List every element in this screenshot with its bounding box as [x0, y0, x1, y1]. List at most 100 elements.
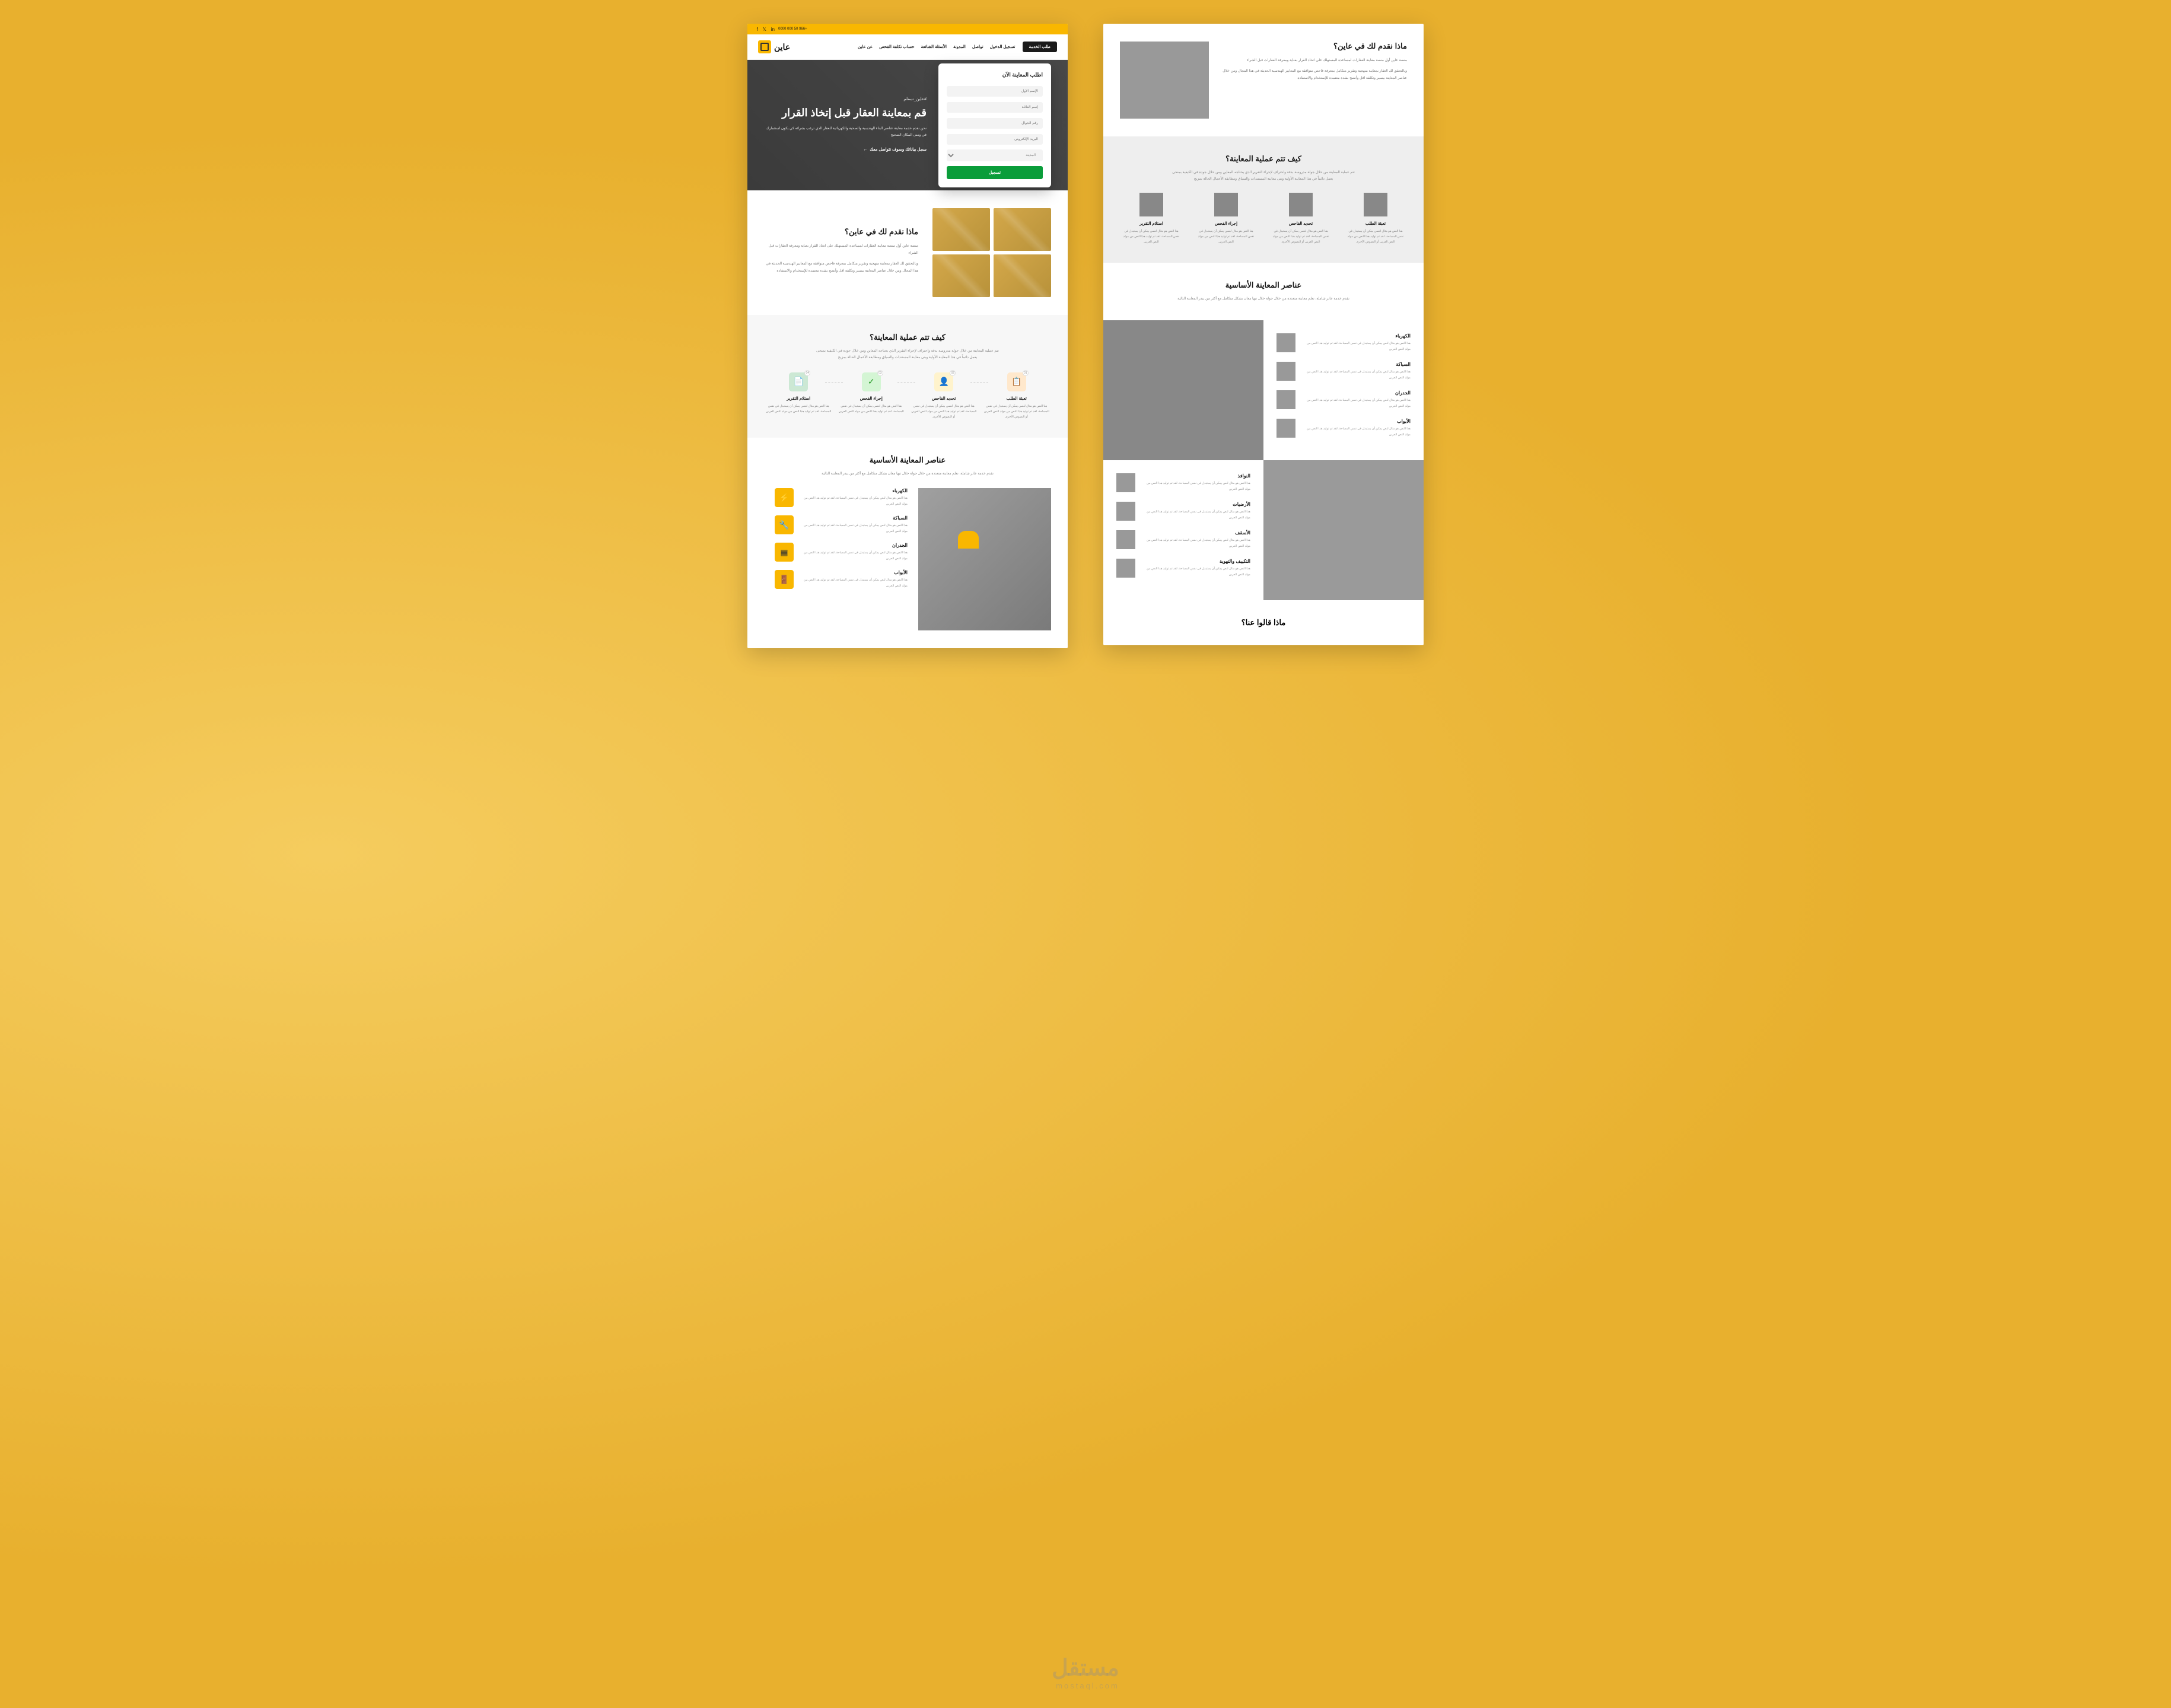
brand-name: عاين — [774, 42, 790, 52]
city-select[interactable]: المدينة — [947, 149, 1043, 161]
process-title: كيف تتم عملية المعاينة؟ — [1120, 154, 1407, 164]
inspector-icon: 👤02 — [934, 372, 953, 391]
email-input[interactable] — [947, 134, 1043, 145]
step-desc: هنا النص هو مثال لنصي يمكن أن يستبدل في … — [764, 404, 833, 415]
element-item: السباكةهذا النص هو مثال لنص يمكن أن يستب… — [1277, 362, 1411, 381]
element-icon — [1116, 530, 1135, 549]
element-icon — [1277, 390, 1295, 409]
element-icon — [1116, 473, 1135, 492]
nav-cost[interactable]: حساب تكلفة الفحص — [879, 44, 914, 49]
step-desc: هنا النص هو مثال لنصي يمكن أن يستبدل في … — [837, 404, 906, 415]
watermark: مستقل mostaql.com — [1052, 1655, 1119, 1690]
nav-contact[interactable]: تواصل — [972, 44, 983, 49]
elements-row-2: النوافذهذا النص هو مثال لنص يمكن أن يستب… — [1103, 460, 1424, 600]
about-image — [994, 254, 1051, 297]
logo[interactable]: عاين — [758, 40, 790, 53]
element-item: الكهرباءهذا النص هو مثال لنص يمكن أن يست… — [1277, 333, 1411, 352]
step-item: إجراء الفحصهنا النص هو مثال لنصي يمكن أن… — [1195, 193, 1258, 245]
elements-image — [918, 488, 1051, 630]
about-title: ماذا نقدم لك في عاين؟ — [1221, 42, 1407, 51]
element-icon — [1277, 362, 1295, 381]
process-title: كيف تتم عملية المعاينة؟ — [764, 333, 1051, 342]
about-p1: منصة عاين أول منصة معاينة العقارات لمساع… — [764, 243, 918, 257]
about-section: ماذا نقدم لك في عاين؟ منصة عاين أول منصة… — [1103, 24, 1424, 136]
about-p1: منصة عاين أول منصة معاينة العقارات لمساع… — [1221, 57, 1407, 64]
last-name-input[interactable] — [947, 102, 1043, 113]
element-item: الجدرانهذا النص هو مثال لنص يمكن أن يستب… — [775, 543, 908, 562]
step-item: ✓03 إجراء الفحص هنا النص هو مثال لنصي يم… — [837, 372, 906, 420]
walls-icon: ▦ — [775, 543, 794, 562]
electricity-icon: ⚡ — [775, 488, 794, 507]
element-item: السباكةهذا النص هو مثال لنص يمكن أن يستب… — [775, 515, 908, 534]
element-item: الأسقفهذا النص هو مثال لنص يمكن أن يستبد… — [1116, 530, 1250, 549]
element-item: التكييف والتهويةهذا النص هو مثال لنص يمك… — [1116, 559, 1250, 578]
element-item: الأرضياتهذا النص هو مثال لنص يمكن أن يست… — [1116, 502, 1250, 521]
phone-input[interactable] — [947, 118, 1043, 129]
element-item: الأبوابهذا النص هو مثال لنص يمكن أن يستب… — [775, 570, 908, 589]
about-image — [994, 208, 1051, 251]
element-icon — [1116, 559, 1135, 578]
nav-about[interactable]: عن عاين — [858, 44, 873, 49]
nav-login[interactable]: تسجيل الدخول — [990, 44, 1016, 49]
element-item: الكهرباءهذا النص هو مثال لنص يمكن أن يست… — [775, 488, 908, 507]
step-icon — [1364, 193, 1387, 216]
elements-title: عناصر المعاينة الأساسية — [1120, 281, 1407, 290]
hero-title: قم بمعاينة العقار قبل إتخاذ القرار — [764, 105, 927, 121]
element-icon — [1277, 333, 1295, 352]
form-title: اطلب المعاينة الآن — [947, 72, 1043, 78]
process-section: كيف تتم عملية المعاينة؟ تتم عملية المعاي… — [1103, 136, 1424, 263]
step-title: تحديد الفاحص — [909, 396, 979, 401]
hero-tag: #عاين_تستلم — [764, 97, 927, 101]
about-title: ماذا نقدم لك في عاين؟ — [764, 227, 918, 237]
step-title: إجراء الفحص — [837, 396, 906, 401]
phone-number: +966 50 000 0000 — [778, 27, 807, 31]
request-form: اطلب المعاينة الآن المدينة تسجيل — [938, 63, 1051, 187]
first-name-input[interactable] — [947, 86, 1043, 97]
elements-section-header: عناصر المعاينة الأساسية نقدم خدمة عابر ش… — [1103, 263, 1424, 320]
linkedin-icon[interactable]: in — [770, 27, 775, 31]
about-image — [932, 254, 990, 297]
request-service-button[interactable]: طلب الخدمة — [1023, 42, 1057, 52]
element-icon — [1116, 502, 1135, 521]
elements-title: عناصر المعاينة الأساسية — [764, 455, 1051, 465]
process-desc: تتم عملية المعاينة من خلال جولة مدروسة ب… — [813, 348, 1002, 362]
step-item: 📋01 تعبئة الطلب هنا النص هو مثال لنصي يم… — [982, 372, 1052, 420]
elements-image — [1263, 460, 1424, 600]
element-item: النوافذهذا النص هو مثال لنص يمكن أن يستب… — [1116, 473, 1250, 492]
testimonials-title: ماذا قالوا عنا؟ — [1242, 618, 1286, 627]
step-item: تعبئة الطلبهنا النص هو مثال لنصي يمكن أن… — [1344, 193, 1407, 245]
submit-button[interactable]: تسجيل — [947, 166, 1043, 179]
main-nav: طلب الخدمة تسجيل الدخول تواصل المدونة ال… — [747, 34, 1068, 60]
element-icon — [1277, 419, 1295, 438]
about-image — [932, 208, 990, 251]
hero-cta[interactable]: سجل بياناتك وسوف نتواصل معك ← — [863, 147, 927, 152]
elements-row-1: الكهرباءهذا النص هو مثال لنص يمكن أن يست… — [1103, 320, 1424, 460]
topbar: +966 50 000 0000 in 𝕏 f — [747, 24, 1068, 34]
step-title: تعبئة الطلب — [982, 396, 1052, 401]
hero-desc: نحن نقدم خدمة معاينة عناصر البناء الهندس… — [764, 126, 927, 139]
nav-blog[interactable]: المدونة — [953, 44, 966, 49]
facebook-icon[interactable]: f — [753, 27, 758, 31]
element-item: الأبوابهذا النص هو مثال لنص يمكن أن يستب… — [1277, 419, 1411, 438]
elements-desc: نقدم خدمة عابر شاملة، نعلم معاينة متعددة… — [1169, 296, 1358, 302]
form-icon: 📋01 — [1007, 372, 1026, 391]
step-item: 📄04 استلام التقرير هنا النص هو مثال لنصي… — [764, 372, 833, 420]
process-section: كيف تتم عملية المعاينة؟ تتم عملية المعاي… — [747, 315, 1068, 438]
step-desc: هنا النص هو مثال لنصي يمكن أن يستبدل في … — [909, 404, 979, 420]
elements-desc: نقدم خدمة عابر شاملة، نعلم معاينة متعددة… — [813, 471, 1002, 477]
element-item: الجدرانهذا النص هو مثال لنص يمكن أن يستب… — [1277, 390, 1411, 409]
nav-faq[interactable]: الأسئلة الشائعة — [921, 44, 947, 49]
about-image-grid — [932, 208, 1051, 297]
process-desc: تتم عملية المعاينة من خلال جولة مدروسة ب… — [1169, 170, 1358, 183]
step-icon — [1139, 193, 1163, 216]
testimonials-section: ماذا قالوا عنا؟ — [1103, 600, 1424, 645]
doors-icon: 🚪 — [775, 570, 794, 589]
twitter-icon[interactable]: 𝕏 — [762, 27, 766, 31]
step-item: تحديد الفاحصهنا النص هو مثال لنصي يمكن أ… — [1269, 193, 1332, 245]
report-icon: 📄04 — [789, 372, 808, 391]
step-title: استلام التقرير — [764, 396, 833, 401]
mockup-wireframe: ماذا نقدم لك في عاين؟ منصة عاين أول منصة… — [1103, 24, 1424, 645]
step-icon — [1289, 193, 1313, 216]
about-section: ماذا نقدم لك في عاين؟ منصة عاين أول منصة… — [747, 190, 1068, 315]
elements-section: عناصر المعاينة الأساسية نقدم خدمة عابر ش… — [747, 438, 1068, 648]
